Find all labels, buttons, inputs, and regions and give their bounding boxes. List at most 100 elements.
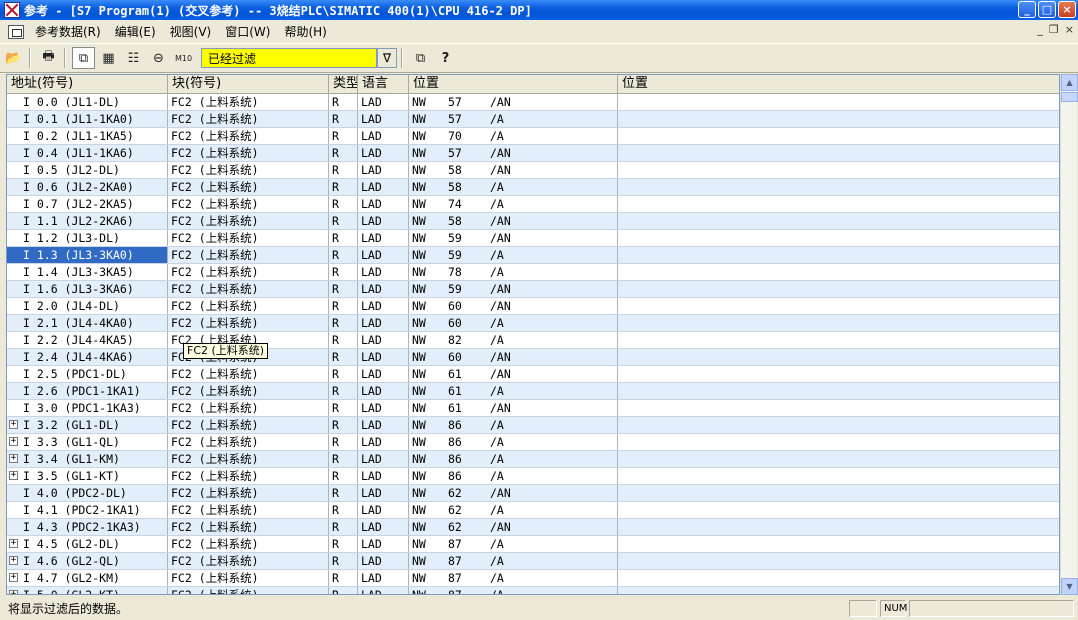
cell-language[interactable]: LAD	[358, 281, 409, 297]
cell-address[interactable]: I 0.5 (JL2-DL)	[7, 162, 168, 178]
cell-block[interactable]: FC2 (上料系统)	[168, 383, 329, 399]
cell-location[interactable]: NW 82/A	[409, 332, 618, 348]
cell-location-2[interactable]	[618, 417, 1059, 433]
cell-type[interactable]: R	[329, 400, 358, 416]
expand-icon[interactable]: +	[9, 556, 18, 565]
cell-block[interactable]: FC2 (上料系统)	[168, 179, 329, 195]
table-row[interactable]: I 3.0 (PDC1-1KA3) FC2 (上料系统) R LAD NW 61/AN	[7, 400, 1059, 417]
cell-language[interactable]: LAD	[358, 451, 409, 467]
cell-block[interactable]: FC2 (上料系统)	[168, 451, 329, 467]
cell-address[interactable]: I 3.0 (PDC1-1KA3)	[7, 400, 168, 416]
cell-address[interactable]: + I 3.4 (GL1-KM)	[7, 451, 168, 467]
cell-location[interactable]: NW 60/AN	[409, 298, 618, 314]
cell-location-2[interactable]	[618, 196, 1059, 212]
cell-location-2[interactable]	[618, 553, 1059, 569]
cell-language[interactable]: LAD	[358, 400, 409, 416]
cell-location[interactable]: NW 70/A	[409, 128, 618, 144]
cell-address[interactable]: + I 4.5 (GL2-DL)	[7, 536, 168, 552]
table-row[interactable]: I 0.0 (JL1-DL) FC2 (上料系统) R LAD NW 57/AN	[7, 94, 1059, 111]
column-header-location-2[interactable]: 位置	[618, 75, 1059, 94]
column-header-location[interactable]: 位置	[409, 75, 618, 94]
cell-location[interactable]: NW 60/AN	[409, 349, 618, 365]
cell-type[interactable]: R	[329, 213, 358, 229]
cell-address[interactable]: I 2.1 (JL4-4KA0)	[7, 315, 168, 331]
expand-icon[interactable]: +	[9, 471, 18, 480]
cell-address[interactable]: I 4.3 (PDC2-1KA3)	[7, 519, 168, 535]
cell-language[interactable]: LAD	[358, 298, 409, 314]
cell-language[interactable]: LAD	[358, 230, 409, 246]
cell-address[interactable]: I 2.6 (PDC1-1KA1)	[7, 383, 168, 399]
expand-icon[interactable]: +	[9, 573, 18, 582]
cell-address[interactable]: + I 3.5 (GL1-KT)	[7, 468, 168, 484]
scroll-down-arrow[interactable]: ▼	[1061, 578, 1078, 595]
cell-location-2[interactable]	[618, 485, 1059, 501]
table-row[interactable]: I 2.6 (PDC1-1KA1) FC2 (上料系统) R LAD NW 61/A	[7, 383, 1059, 400]
expand-icon[interactable]: +	[9, 420, 18, 429]
filter-icon[interactable]: ∇	[377, 48, 397, 68]
cell-location[interactable]: NW 61/A	[409, 383, 618, 399]
cell-location-2[interactable]	[618, 315, 1059, 331]
expand-icon[interactable]: +	[9, 437, 18, 446]
table-row[interactable]: I 2.4 (JL4-4KA6)FC2 (上料系统)RLADNW60/AN	[7, 349, 1059, 366]
cell-language[interactable]: LAD	[358, 485, 409, 501]
table-row[interactable]: I 1.1 (JL2-2KA6) FC2 (上料系统) R LAD NW 58/AN	[7, 213, 1059, 230]
cell-type[interactable]: R	[329, 553, 358, 569]
table-row[interactable]: I 1.3 (JL3-3KA0) FC2 (上料系统) R LAD NW 59/A	[7, 247, 1059, 264]
table-row[interactable]: I 0.4 (JL1-1KA6) FC2 (上料系统) R LAD NW 57/AN	[7, 145, 1059, 162]
cell-language[interactable]: LAD	[358, 468, 409, 484]
cell-location-2[interactable]	[618, 434, 1059, 450]
cell-location-2[interactable]	[618, 383, 1059, 399]
mdi-restore-button[interactable]: ❐	[1049, 23, 1059, 36]
cell-language[interactable]: LAD	[358, 315, 409, 331]
cell-language[interactable]: LAD	[358, 349, 409, 365]
cell-type[interactable]: R	[329, 468, 358, 484]
cell-location-2[interactable]	[618, 298, 1059, 314]
table-row[interactable]: + I 4.5 (GL2-DL) FC2 (上料系统) R LAD NW 87/A	[7, 536, 1059, 553]
cell-location[interactable]: NW 87/A	[409, 553, 618, 569]
print-icon[interactable]: 🖶	[37, 47, 60, 69]
cell-block[interactable]: FC2 (上料系统)	[168, 128, 329, 144]
cell-address[interactable]: I 4.1 (PDC2-1KA1)	[7, 502, 168, 518]
cell-type[interactable]: R	[329, 536, 358, 552]
cell-location[interactable]: NW 87/A	[409, 570, 618, 586]
cell-location[interactable]: NW 58/A	[409, 179, 618, 195]
table-row[interactable]: I 4.0 (PDC2-DL) FC2 (上料系统) R LAD NW 62/AN	[7, 485, 1059, 502]
mdi-minimize-button[interactable]: _	[1037, 23, 1043, 36]
table-row[interactable]: I 0.1 (JL1-1KA0) FC2 (上料系统) R LAD NW 57/A	[7, 111, 1059, 128]
cell-address[interactable]: I 0.0 (JL1-DL)	[7, 94, 168, 110]
cell-location-2[interactable]	[618, 94, 1059, 110]
menu-view[interactable]: 视图(V)	[163, 23, 219, 40]
table-row[interactable]: I 2.0 (JL4-DL) FC2 (上料系统) R LAD NW 60/AN	[7, 298, 1059, 315]
cell-location-2[interactable]	[618, 145, 1059, 161]
column-header-language[interactable]: 语言	[358, 75, 409, 94]
cell-type[interactable]: R	[329, 247, 358, 263]
cell-block[interactable]: FC2 (上料系统)	[168, 417, 329, 433]
table-row[interactable]: I 0.5 (JL2-DL) FC2 (上料系统) R LAD NW 58/AN	[7, 162, 1059, 179]
cell-block[interactable]: FC2 (上料系统)	[168, 162, 329, 178]
cell-language[interactable]: LAD	[358, 162, 409, 178]
cell-location[interactable]: NW 86/A	[409, 451, 618, 467]
cell-location-2[interactable]	[618, 451, 1059, 467]
table-row[interactable]: + I 3.4 (GL1-KM) FC2 (上料系统) R LAD NW 86/A	[7, 451, 1059, 468]
cell-language[interactable]: LAD	[358, 332, 409, 348]
cell-type[interactable]: R	[329, 502, 358, 518]
cell-block[interactable]: FC2 (上料系统)	[168, 264, 329, 280]
cell-location[interactable]: NW 57/A	[409, 111, 618, 127]
cell-address[interactable]: I 4.0 (PDC2-DL)	[7, 485, 168, 501]
cell-address[interactable]: I 1.6 (JL3-3KA6)	[7, 281, 168, 297]
cell-language[interactable]: LAD	[358, 519, 409, 535]
mdi-close-button[interactable]: ×	[1065, 23, 1074, 36]
cell-type[interactable]: R	[329, 417, 358, 433]
column-header-address[interactable]: 地址(符号)	[7, 75, 168, 94]
cell-address[interactable]: I 2.4 (JL4-4KA6)	[7, 349, 168, 365]
cell-type[interactable]: R	[329, 315, 358, 331]
menu-edit[interactable]: 编辑(E)	[108, 23, 163, 40]
cell-language[interactable]: LAD	[358, 502, 409, 518]
cell-location-2[interactable]	[618, 536, 1059, 552]
cell-location[interactable]: NW 86/A	[409, 417, 618, 433]
cell-location[interactable]: NW 86/A	[409, 434, 618, 450]
cell-block[interactable]: FC2 (上料系统)	[168, 434, 329, 450]
cell-language[interactable]: LAD	[358, 417, 409, 433]
cell-location-2[interactable]	[618, 502, 1059, 518]
table-row[interactable]: I 0.7 (JL2-2KA5) FC2 (上料系统) R LAD NW 74/A	[7, 196, 1059, 213]
